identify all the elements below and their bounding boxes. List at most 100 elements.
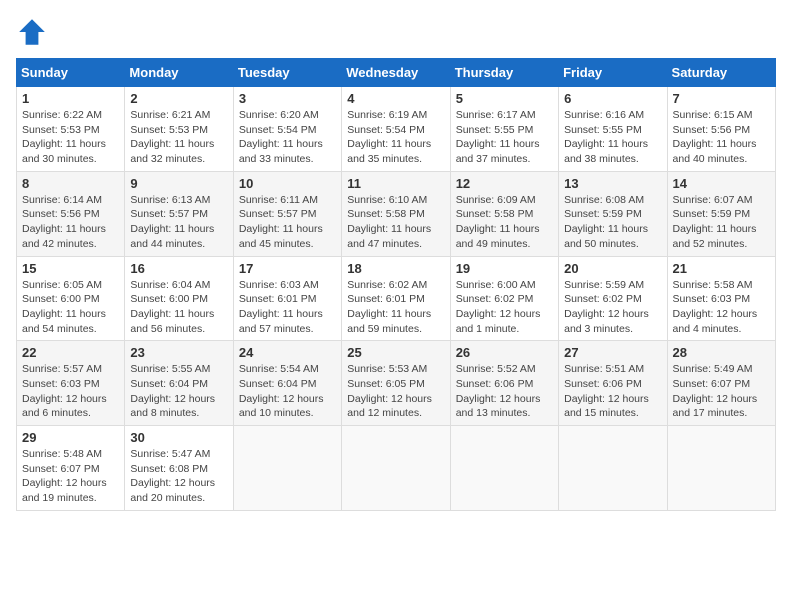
day-header-friday: Friday — [559, 59, 667, 87]
calendar-cell: 19 Sunrise: 6:00 AM Sunset: 6:02 PM Dayli… — [450, 256, 558, 341]
calendar-cell: 5 Sunrise: 6:17 AM Sunset: 5:55 PM Daylig… — [450, 87, 558, 172]
day-info: Sunrise: 6:22 AM Sunset: 5:53 PM Dayligh… — [22, 108, 119, 167]
day-number: 30 — [130, 430, 227, 445]
day-info: Sunrise: 6:04 AM Sunset: 6:00 PM Dayligh… — [130, 278, 227, 337]
calendar-cell: 11 Sunrise: 6:10 AM Sunset: 5:58 PM Dayli… — [342, 171, 450, 256]
day-number: 8 — [22, 176, 119, 191]
calendar-cell: 14Sunrise: 6:07 AM Sunset: 5:59 PM Dayli… — [667, 171, 775, 256]
calendar-cell: 18 Sunrise: 6:02 AM Sunset: 6:01 PM Dayli… — [342, 256, 450, 341]
day-info: Sunrise: 6:05 AM Sunset: 6:00 PM Dayligh… — [22, 278, 119, 337]
logo-icon — [16, 16, 48, 48]
calendar-cell: 25 Sunrise: 5:53 AM Sunset: 6:05 PM Dayli… — [342, 341, 450, 426]
day-info: Sunrise: 6:07 AM Sunset: 5:59 PM Dayligh… — [673, 193, 770, 252]
calendar-cell: 10 Sunrise: 6:11 AM Sunset: 5:57 PM Dayli… — [233, 171, 341, 256]
day-info: Sunrise: 5:54 AM Sunset: 6:04 PM Dayligh… — [239, 362, 336, 421]
calendar-cell: 13Sunrise: 6:08 AM Sunset: 5:59 PM Dayli… — [559, 171, 667, 256]
day-header-thursday: Thursday — [450, 59, 558, 87]
day-info: Sunrise: 5:59 AM Sunset: 6:02 PM Dayligh… — [564, 278, 661, 337]
calendar: SundayMondayTuesdayWednesdayThursdayFrid… — [16, 58, 776, 511]
day-info: Sunrise: 6:17 AM Sunset: 5:55 PM Dayligh… — [456, 108, 553, 167]
day-info: Sunrise: 5:51 AM Sunset: 6:06 PM Dayligh… — [564, 362, 661, 421]
day-number: 3 — [239, 91, 336, 106]
calendar-cell — [342, 426, 450, 511]
day-info: Sunrise: 6:09 AM Sunset: 5:58 PM Dayligh… — [456, 193, 553, 252]
calendar-cell: 22 Sunrise: 5:57 AM Sunset: 6:03 PM Dayli… — [17, 341, 125, 426]
day-number: 25 — [347, 345, 444, 360]
day-info: Sunrise: 5:57 AM Sunset: 6:03 PM Dayligh… — [22, 362, 119, 421]
calendar-cell: 16 Sunrise: 6:04 AM Sunset: 6:00 PM Dayli… — [125, 256, 233, 341]
calendar-cell: 3 Sunrise: 6:20 AM Sunset: 5:54 PM Daylig… — [233, 87, 341, 172]
day-number: 16 — [130, 261, 227, 276]
day-number: 7 — [673, 91, 770, 106]
day-info: Sunrise: 6:14 AM Sunset: 5:56 PM Dayligh… — [22, 193, 119, 252]
day-number: 12 — [456, 176, 553, 191]
calendar-week-2: 8 Sunrise: 6:14 AM Sunset: 5:56 PM Daylig… — [17, 171, 776, 256]
day-number: 22 — [22, 345, 119, 360]
calendar-cell — [450, 426, 558, 511]
day-number: 18 — [347, 261, 444, 276]
day-header-tuesday: Tuesday — [233, 59, 341, 87]
day-info: Sunrise: 6:03 AM Sunset: 6:01 PM Dayligh… — [239, 278, 336, 337]
day-header-sunday: Sunday — [17, 59, 125, 87]
calendar-cell: 20 Sunrise: 5:59 AM Sunset: 6:02 PM Dayli… — [559, 256, 667, 341]
day-info: Sunrise: 6:08 AM Sunset: 5:59 PM Dayligh… — [564, 193, 661, 252]
calendar-header-row: SundayMondayTuesdayWednesdayThursdayFrid… — [17, 59, 776, 87]
day-number: 5 — [456, 91, 553, 106]
day-number: 6 — [564, 91, 661, 106]
day-info: Sunrise: 6:11 AM Sunset: 5:57 PM Dayligh… — [239, 193, 336, 252]
calendar-week-4: 22 Sunrise: 5:57 AM Sunset: 6:03 PM Dayli… — [17, 341, 776, 426]
day-header-wednesday: Wednesday — [342, 59, 450, 87]
day-number: 19 — [456, 261, 553, 276]
calendar-cell: 1 Sunrise: 6:22 AM Sunset: 5:53 PM Daylig… — [17, 87, 125, 172]
day-info: Sunrise: 6:16 AM Sunset: 5:55 PM Dayligh… — [564, 108, 661, 167]
calendar-week-1: 1 Sunrise: 6:22 AM Sunset: 5:53 PM Daylig… — [17, 87, 776, 172]
calendar-cell — [667, 426, 775, 511]
day-info: Sunrise: 6:15 AM Sunset: 5:56 PM Dayligh… — [673, 108, 770, 167]
day-info: Sunrise: 6:02 AM Sunset: 6:01 PM Dayligh… — [347, 278, 444, 337]
day-info: Sunrise: 5:53 AM Sunset: 6:05 PM Dayligh… — [347, 362, 444, 421]
calendar-cell: 23 Sunrise: 5:55 AM Sunset: 6:04 PM Dayli… — [125, 341, 233, 426]
day-number: 15 — [22, 261, 119, 276]
calendar-cell: 15 Sunrise: 6:05 AM Sunset: 6:00 PM Dayli… — [17, 256, 125, 341]
day-number: 4 — [347, 91, 444, 106]
calendar-cell: 7 Sunrise: 6:15 AM Sunset: 5:56 PM Daylig… — [667, 87, 775, 172]
day-info: Sunrise: 6:21 AM Sunset: 5:53 PM Dayligh… — [130, 108, 227, 167]
calendar-cell: 17 Sunrise: 6:03 AM Sunset: 6:01 PM Dayli… — [233, 256, 341, 341]
calendar-cell: 21Sunrise: 5:58 AM Sunset: 6:03 PM Dayli… — [667, 256, 775, 341]
day-number: 17 — [239, 261, 336, 276]
day-info: Sunrise: 5:49 AM Sunset: 6:07 PM Dayligh… — [673, 362, 770, 421]
day-number: 9 — [130, 176, 227, 191]
calendar-cell: 28Sunrise: 5:49 AM Sunset: 6:07 PM Dayli… — [667, 341, 775, 426]
day-number: 1 — [22, 91, 119, 106]
calendar-cell: 24Sunrise: 5:54 AM Sunset: 6:04 PM Dayli… — [233, 341, 341, 426]
day-info: Sunrise: 5:55 AM Sunset: 6:04 PM Dayligh… — [130, 362, 227, 421]
day-info: Sunrise: 6:13 AM Sunset: 5:57 PM Dayligh… — [130, 193, 227, 252]
calendar-cell: 26 Sunrise: 5:52 AM Sunset: 6:06 PM Dayli… — [450, 341, 558, 426]
calendar-cell: 2 Sunrise: 6:21 AM Sunset: 5:53 PM Daylig… — [125, 87, 233, 172]
day-number: 2 — [130, 91, 227, 106]
day-number: 10 — [239, 176, 336, 191]
day-number: 27 — [564, 345, 661, 360]
day-number: 26 — [456, 345, 553, 360]
calendar-cell — [559, 426, 667, 511]
calendar-cell — [233, 426, 341, 511]
day-number: 20 — [564, 261, 661, 276]
logo — [16, 16, 52, 48]
calendar-cell: 4Sunrise: 6:19 AM Sunset: 5:54 PM Daylig… — [342, 87, 450, 172]
calendar-week-5: 29Sunrise: 5:48 AM Sunset: 6:07 PM Dayli… — [17, 426, 776, 511]
calendar-cell: 30Sunrise: 5:47 AM Sunset: 6:08 PM Dayli… — [125, 426, 233, 511]
day-info: Sunrise: 6:10 AM Sunset: 5:58 PM Dayligh… — [347, 193, 444, 252]
day-info: Sunrise: 6:20 AM Sunset: 5:54 PM Dayligh… — [239, 108, 336, 167]
calendar-cell: 9 Sunrise: 6:13 AM Sunset: 5:57 PM Daylig… — [125, 171, 233, 256]
calendar-cell: 8 Sunrise: 6:14 AM Sunset: 5:56 PM Daylig… — [17, 171, 125, 256]
day-number: 11 — [347, 176, 444, 191]
day-number: 29 — [22, 430, 119, 445]
page-header — [16, 16, 776, 48]
calendar-cell: 6 Sunrise: 6:16 AM Sunset: 5:55 PM Daylig… — [559, 87, 667, 172]
day-number: 21 — [673, 261, 770, 276]
day-header-saturday: Saturday — [667, 59, 775, 87]
day-info: Sunrise: 5:52 AM Sunset: 6:06 PM Dayligh… — [456, 362, 553, 421]
day-number: 23 — [130, 345, 227, 360]
day-header-monday: Monday — [125, 59, 233, 87]
day-info: Sunrise: 6:00 AM Sunset: 6:02 PM Dayligh… — [456, 278, 553, 337]
